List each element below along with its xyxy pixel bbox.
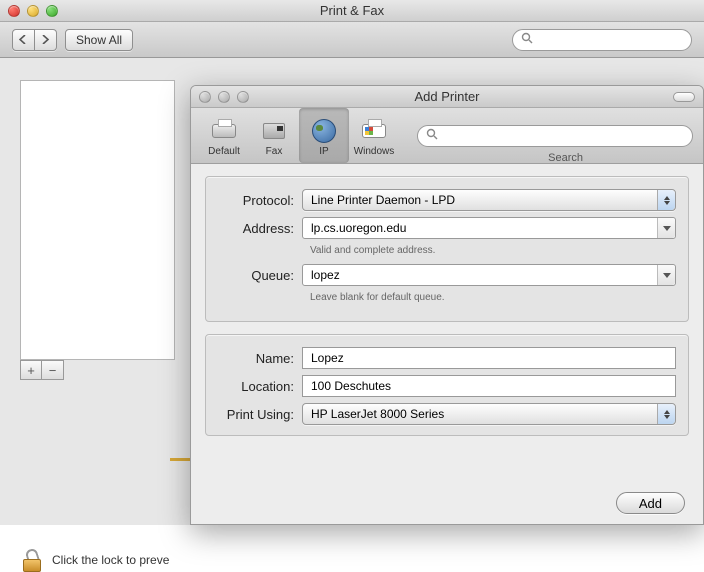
- toolbar-toggle-button[interactable]: [673, 92, 695, 102]
- add-footer: Add: [616, 492, 685, 514]
- back-button[interactable]: [12, 29, 35, 51]
- details-panel: Name: Location: Print Using: HP LaserJet…: [205, 334, 689, 436]
- printusing-select[interactable]: HP LaserJet 8000 Series: [302, 403, 676, 425]
- add-search-field[interactable]: [417, 125, 693, 147]
- fax-icon: [260, 118, 288, 144]
- toolbar-windows-label: Windows: [354, 146, 395, 157]
- protocol-value: Line Printer Daemon - LPD: [311, 193, 455, 207]
- close-icon[interactable]: [8, 5, 20, 17]
- updown-icon: [657, 190, 675, 210]
- queue-field[interactable]: lopez: [302, 264, 676, 286]
- lock-row[interactable]: Click the lock to preve: [20, 548, 169, 572]
- add-body: Protocol: Line Printer Daemon - LPD Addr…: [191, 164, 703, 436]
- location-field[interactable]: [302, 375, 676, 397]
- close-icon[interactable]: [199, 91, 211, 103]
- add-printer-button[interactable]: +: [20, 360, 42, 380]
- windows-printer-icon: [360, 118, 388, 144]
- nav-buttons: [12, 29, 57, 51]
- add-toolbar: Default Fax IP Windows: [191, 108, 703, 164]
- name-field[interactable]: [302, 347, 676, 369]
- forward-button[interactable]: [35, 29, 57, 51]
- printusing-label: Print Using:: [218, 407, 302, 422]
- main-window-title: Print & Fax: [0, 3, 704, 18]
- main-search-field[interactable]: [512, 29, 692, 51]
- toolbar-fax-label: Fax: [266, 146, 283, 157]
- toolbar-default[interactable]: Default: [199, 108, 249, 163]
- address-field[interactable]: lp.cs.uoregon.edu: [302, 217, 676, 239]
- search-icon: [521, 32, 533, 47]
- address-label: Address:: [218, 221, 302, 236]
- printer-icon: [210, 118, 238, 144]
- zoom-icon[interactable]: [237, 91, 249, 103]
- add-button[interactable]: Add: [616, 492, 685, 514]
- minimize-icon[interactable]: [27, 5, 39, 17]
- show-all-button[interactable]: Show All: [65, 29, 133, 51]
- add-printer-window: Add Printer Default Fax IP Windows Searc…: [190, 85, 704, 525]
- toolbar-ip[interactable]: IP: [299, 108, 349, 163]
- connection-panel: Protocol: Line Printer Daemon - LPD Addr…: [205, 176, 689, 322]
- address-value: lp.cs.uoregon.edu: [311, 221, 406, 235]
- address-hint: Valid and complete address.: [310, 245, 676, 256]
- list-buttons: + −: [20, 360, 64, 380]
- main-toolbar: Show All: [0, 22, 704, 58]
- queue-value: lopez: [311, 268, 340, 282]
- add-traffic-lights: [199, 91, 249, 103]
- toolbar-ip-label: IP: [319, 146, 328, 157]
- remove-printer-button[interactable]: −: [42, 360, 64, 380]
- queue-hint: Leave blank for default queue.: [310, 292, 676, 303]
- search-icon: [426, 128, 438, 143]
- toolbar-fax[interactable]: Fax: [249, 108, 299, 163]
- printusing-value: HP LaserJet 8000 Series: [311, 407, 444, 421]
- add-window-title: Add Printer: [191, 89, 703, 104]
- printer-list[interactable]: [20, 80, 175, 360]
- toolbar-default-label: Default: [208, 146, 240, 157]
- search-label: Search: [548, 152, 583, 164]
- location-label: Location:: [218, 379, 302, 394]
- minimize-icon[interactable]: [218, 91, 230, 103]
- chevron-down-icon[interactable]: [657, 218, 675, 238]
- chevron-left-icon: [19, 35, 28, 44]
- updown-icon: [657, 404, 675, 424]
- traffic-lights: [8, 5, 58, 17]
- toolbar-windows[interactable]: Windows: [349, 108, 399, 163]
- lock-text: Click the lock to preve: [52, 553, 169, 567]
- globe-icon: [310, 118, 338, 144]
- zoom-icon[interactable]: [46, 5, 58, 17]
- name-label: Name:: [218, 351, 302, 366]
- chevron-right-icon: [41, 35, 50, 44]
- protocol-label: Protocol:: [218, 193, 302, 208]
- queue-label: Queue:: [218, 268, 302, 283]
- main-titlebar: Print & Fax: [0, 0, 704, 22]
- add-titlebar: Add Printer: [191, 86, 703, 108]
- chevron-down-icon[interactable]: [657, 265, 675, 285]
- lock-icon: [20, 548, 44, 572]
- protocol-select[interactable]: Line Printer Daemon - LPD: [302, 189, 676, 211]
